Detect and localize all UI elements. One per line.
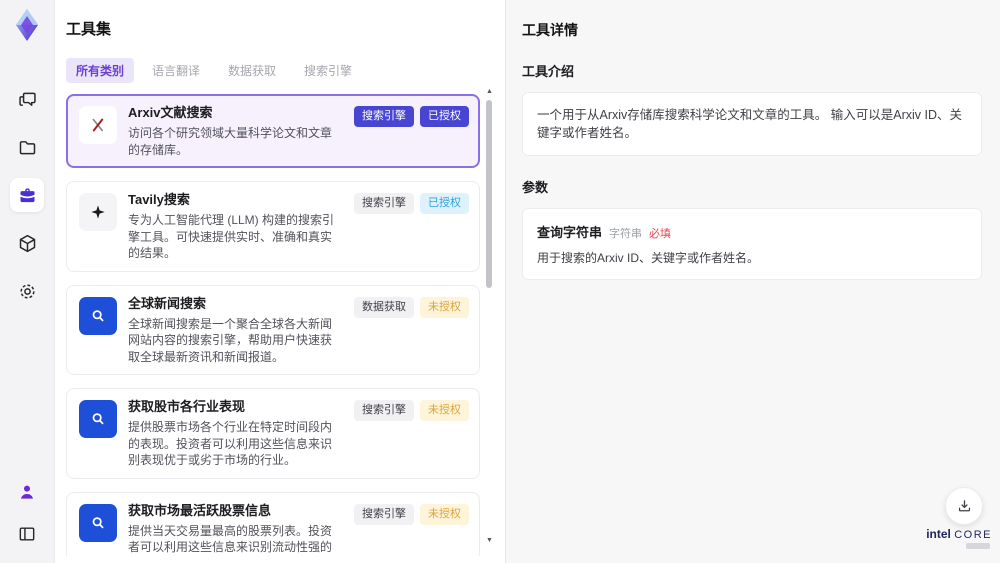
param-name: 查询字符串 — [537, 225, 603, 240]
tool-title: 全球新闻搜索 — [128, 295, 207, 311]
auth-status-badge: 未授权 — [420, 503, 469, 525]
auth-status-badge: 已授权 — [420, 106, 469, 127]
detail-title: 工具详情 — [522, 22, 578, 38]
intro-card: 一个用于从Arxiv存储库搜索科学论文和文章的工具。 输入可以是Arxiv ID… — [522, 92, 982, 156]
category-badge: 数据获取 — [354, 296, 414, 318]
folder-icon[interactable] — [10, 130, 44, 164]
list-scrollbar: ▲ ▼ — [486, 88, 493, 550]
tool-title: Tavily搜索 — [128, 192, 190, 207]
scroll-up-arrow-icon[interactable]: ▲ — [486, 88, 493, 95]
tool-title: Arxiv文献搜索 — [128, 105, 213, 120]
brand-core-text: CORE — [954, 529, 992, 541]
tool-card-global-news[interactable]: 全球新闻搜索 全球新闻搜索是一个聚合全球各大新闻网站内容的搜索引擎，帮助用户快速… — [66, 284, 480, 375]
scrollbar-thumb[interactable] — [486, 100, 492, 288]
tool-card-sector-performance[interactable]: 获取股市各行业表现 提供股票市场各个行业在特定时间段内的表现。投资者可以利用这些… — [66, 388, 480, 479]
tool-description: 全球新闻搜索是一个聚合全球各大新闻网站内容的搜索引擎，帮助用户快速获取全球最新资… — [128, 316, 333, 364]
download-button[interactable] — [945, 487, 983, 525]
panel-toggle-icon[interactable] — [10, 517, 44, 551]
tool-card-tavily[interactable]: Tavily搜索 专为人工智能代理 (LLM) 构建的搜索引擎工具。可快速提供实… — [66, 181, 480, 272]
tool-card-arxiv[interactable]: Arxiv文献搜索 访问各个研究领域大量科学论文和文章的存储库。 搜索引擎 已授… — [66, 94, 480, 168]
news-search-logo-icon — [79, 503, 117, 542]
tool-title: 获取股市各行业表现 — [128, 399, 246, 414]
intro-heading: 工具介绍 — [522, 64, 575, 79]
params-heading: 参数 — [522, 180, 549, 195]
intel-core-logo: intel CORE — [926, 527, 992, 549]
tool-detail-panel: 工具详情 工具介绍 一个用于从Arxiv存储库搜索科学论文和文章的工具。 输入可… — [505, 0, 1000, 563]
briefcase-icon[interactable] — [10, 178, 44, 212]
brand-sub-badge — [966, 543, 990, 549]
param-card: 查询字符串 字符串 必填 用于搜索的Arxiv ID、关键字或作者姓名。 — [522, 208, 982, 280]
category-badge: 搜索引擎 — [354, 503, 414, 525]
tool-card-most-active-stocks[interactable]: 获取市场最活跃股票信息 提供当天交易量最高的股票列表。投资者可以利用这些信息来识… — [66, 491, 480, 556]
tool-description: 专为人工智能代理 (LLM) 构建的搜索引擎工具。可快速提供实时、准确和真实的结… — [128, 213, 335, 260]
news-search-logo-icon — [79, 400, 117, 438]
param-required-badge: 必填 — [649, 228, 672, 240]
user-avatar-icon[interactable] — [10, 475, 44, 509]
tab-data-fetch[interactable]: 数据获取 — [218, 58, 286, 83]
param-type: 字符串 — [609, 228, 643, 240]
brand-intel-text: intel — [926, 527, 951, 541]
scroll-down-arrow-icon[interactable]: ▼ — [486, 537, 493, 544]
tool-description: 提供当天交易量最高的股票列表。投资者可以利用这些信息来识别流动性强的股票和潜在的… — [128, 523, 333, 555]
rail-nav — [10, 82, 44, 308]
tavily-star-logo-icon — [79, 193, 117, 231]
tool-card-list: Arxiv文献搜索 访问各个研究领域大量科学论文和文章的存储库。 搜索引擎 已授… — [66, 94, 480, 556]
tab-search-engine[interactable]: 搜索引擎 — [294, 58, 362, 83]
app-logo-icon — [11, 8, 43, 42]
toolset-panel: 工具集 所有类别 语言翻译 数据获取 搜索引擎 Arxiv文献搜索 访问各个研究… — [55, 0, 505, 563]
tool-description: 提供股票市场各个行业在特定时间段内的表现。投资者可以利用这些信息来识别表现优于或… — [128, 420, 333, 467]
left-rail — [0, 0, 55, 563]
download-icon — [958, 499, 970, 511]
news-search-logo-icon — [79, 296, 117, 335]
param-description: 用于搜索的Arxiv ID、关键字或作者姓名。 — [537, 251, 760, 265]
category-tabs: 所有类别 语言翻译 数据获取 搜索引擎 — [66, 58, 480, 83]
category-badge: 搜索引擎 — [354, 193, 414, 214]
auth-status-badge: 未授权 — [420, 400, 469, 421]
tab-language-translation[interactable]: 语言翻译 — [142, 58, 210, 83]
tool-title: 获取市场最活跃股票信息 — [128, 502, 272, 518]
tab-all-categories[interactable]: 所有类别 — [66, 58, 135, 83]
auth-status-badge: 未授权 — [420, 296, 469, 318]
category-badge: 搜索引擎 — [354, 106, 414, 127]
toolset-title: 工具集 — [66, 21, 112, 38]
chat-icon[interactable] — [10, 82, 44, 116]
category-badge: 搜索引擎 — [354, 400, 414, 421]
tool-description: 访问各个研究领域大量科学论文和文章的存储库。 — [128, 126, 333, 157]
intro-text: 一个用于从Arxiv存储库搜索科学论文和文章的工具。 输入可以是Arxiv ID… — [537, 108, 963, 140]
cube-icon[interactable] — [10, 226, 44, 260]
arxiv-logo-icon — [79, 106, 117, 144]
auth-status-badge: 已授权 — [420, 193, 469, 214]
gear-icon[interactable] — [10, 274, 44, 308]
